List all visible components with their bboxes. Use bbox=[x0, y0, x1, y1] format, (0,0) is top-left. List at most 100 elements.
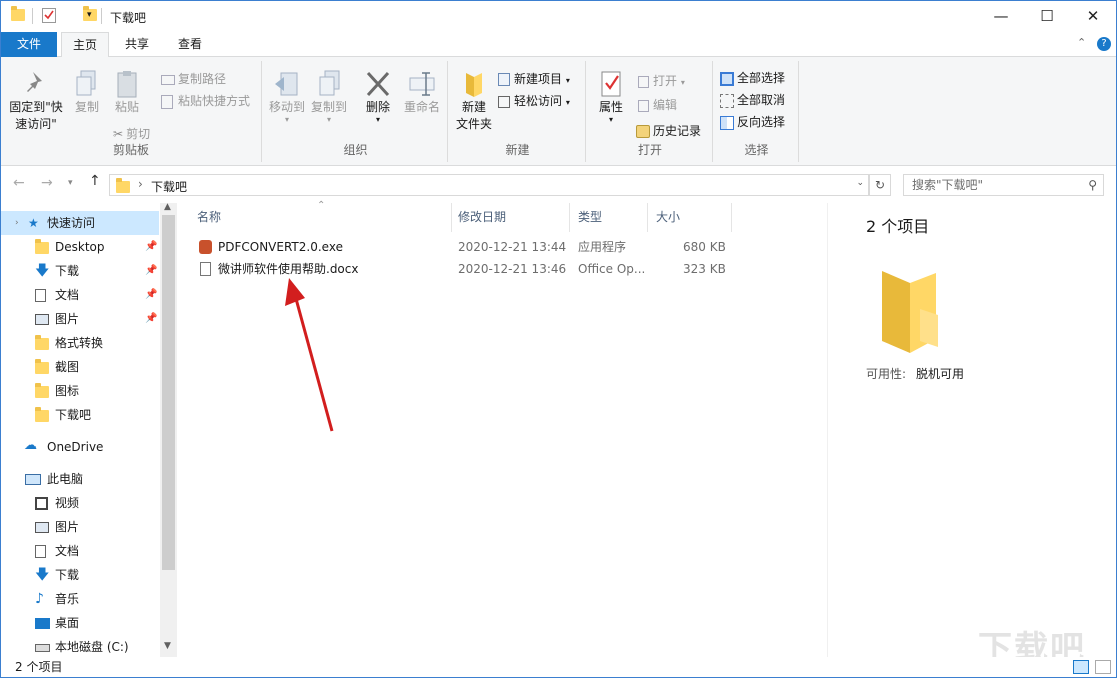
navigation-pane: › ★ 快速访问 Desktop 📌 🡇 下载 📌 文档 📌 图片 📌 格式转换 截图 图标 下载吧 ☁… bbox=[1, 202, 177, 659]
close-button[interactable]: ✕ bbox=[1070, 1, 1116, 32]
sidebar-item[interactable]: 视频 bbox=[1, 491, 159, 515]
invert-selection-button[interactable]: 反向选择 bbox=[720, 113, 785, 130]
cut-label: 剪切 bbox=[126, 127, 151, 141]
sidebar-item-label: 下载吧 bbox=[55, 408, 92, 422]
properties-icon bbox=[601, 71, 621, 97]
cut-button[interactable]: ✂ 剪切 bbox=[113, 125, 150, 142]
column-type[interactable]: 类型 bbox=[570, 203, 648, 232]
sidebar-item-label: 视频 bbox=[55, 496, 80, 510]
sidebar-item[interactable]: Desktop 📌 bbox=[1, 235, 159, 259]
sidebar-item[interactable]: ♪ 音乐 bbox=[1, 587, 159, 611]
pinned-icon[interactable]: 📌 bbox=[145, 307, 157, 331]
select-all-button[interactable]: 全部选择 bbox=[720, 69, 785, 86]
new-item-button[interactable]: 新建项目 ▾ bbox=[498, 70, 570, 87]
sidebar-item[interactable]: 🡇 下载 bbox=[1, 563, 159, 587]
sidebar-item[interactable]: 🡇 下载 📌 bbox=[1, 259, 159, 283]
sidebar-item[interactable]: 图标 bbox=[1, 379, 159, 403]
pin-icon bbox=[27, 72, 42, 92]
delete-button[interactable]: 删除 ▾ bbox=[361, 69, 395, 124]
nav-quick-access[interactable]: › ★ 快速访问 bbox=[1, 211, 159, 235]
pinned-icon[interactable]: 📌 bbox=[145, 259, 157, 283]
forward-arrow-icon[interactable]: → bbox=[41, 175, 53, 191]
history-button[interactable]: 历史记录 bbox=[636, 122, 701, 139]
open-button[interactable]: 打开 ▾ bbox=[638, 72, 685, 89]
divider bbox=[101, 8, 102, 24]
copy-button[interactable]: 复制 bbox=[69, 69, 105, 116]
easy-access-button[interactable]: 轻松访问 ▾ bbox=[498, 92, 570, 109]
folder-icon bbox=[35, 335, 49, 350]
file-row[interactable]: PDFCONVERT2.0.exe 2020-12-21 13:44 应用程序 … bbox=[193, 236, 733, 258]
file-date: 2020-12-21 13:46 bbox=[458, 262, 567, 276]
scissors-icon: ✂ bbox=[113, 127, 124, 141]
back-arrow-icon[interactable]: ← bbox=[13, 175, 25, 191]
sidebar-item[interactable]: 本地磁盘 (C:) bbox=[1, 635, 159, 659]
maximize-button[interactable]: ☐ bbox=[1024, 1, 1070, 32]
download-icon: 🡇 bbox=[35, 263, 50, 279]
sidebar-item[interactable]: 截图 bbox=[1, 355, 159, 379]
large-folder-icon bbox=[882, 271, 938, 353]
paste-shortcut-button[interactable]: 粘贴快捷方式 bbox=[161, 92, 250, 109]
folder-icon bbox=[35, 359, 49, 374]
sidebar-item[interactable]: 图片 📌 bbox=[1, 307, 159, 331]
scroll-up-icon[interactable]: ▲ bbox=[164, 202, 171, 212]
refresh-icon[interactable]: ↻ bbox=[869, 174, 891, 196]
help-icon[interactable]: ? bbox=[1097, 37, 1111, 51]
column-name[interactable]: 名称 bbox=[189, 203, 452, 232]
tab-view[interactable]: 查看 bbox=[167, 32, 213, 57]
address-dropdown-icon[interactable]: ⌄ bbox=[856, 178, 864, 188]
rename-button[interactable]: 重命名 bbox=[401, 69, 443, 116]
tab-share[interactable]: 共享 bbox=[115, 32, 159, 57]
delete-label: 删除 bbox=[365, 100, 390, 114]
nav-scrollbar-thumb[interactable] bbox=[162, 215, 175, 570]
recent-locations-dropdown-icon[interactable]: ▾ bbox=[68, 178, 73, 188]
minimize-button[interactable]: — bbox=[978, 1, 1024, 32]
tab-home[interactable]: 主页 bbox=[61, 32, 109, 58]
nav-onedrive[interactable]: ☁ OneDrive bbox=[1, 435, 159, 459]
sidebar-item[interactable]: 桌面 bbox=[1, 611, 159, 635]
folder-icon bbox=[35, 239, 49, 254]
copy-icon bbox=[76, 70, 96, 96]
collapse-ribbon-icon[interactable]: ⌃ bbox=[1077, 36, 1086, 49]
red-arrow-annotation bbox=[285, 278, 334, 432]
edit-icon bbox=[638, 99, 649, 112]
customize-toolbar-dropdown-icon[interactable]: ▾ bbox=[87, 10, 92, 20]
breadcrumb-current[interactable]: 下载吧 bbox=[151, 178, 187, 195]
pinned-icon[interactable]: 📌 bbox=[145, 283, 157, 307]
up-arrow-icon[interactable]: ↑ bbox=[89, 173, 101, 189]
select-group-label: 选择 bbox=[744, 143, 769, 157]
paste-button[interactable]: 粘贴 bbox=[109, 69, 145, 116]
column-date[interactable]: 修改日期 bbox=[450, 203, 570, 232]
folder-icon bbox=[35, 407, 49, 422]
column-size[interactable]: 大小 bbox=[648, 203, 732, 232]
properties-button[interactable]: 属性 ▾ bbox=[594, 69, 628, 124]
large-icons-view-icon[interactable] bbox=[1095, 660, 1111, 674]
clipboard-group-label: 剪贴板 bbox=[112, 143, 149, 157]
history-icon bbox=[636, 125, 650, 138]
select-none-button[interactable]: 全部取消 bbox=[720, 91, 785, 108]
search-input[interactable]: 搜索"下载吧" ⚲ bbox=[903, 174, 1104, 196]
address-bar[interactable]: › 下载吧 ⌄ bbox=[109, 174, 869, 196]
copy-to-button[interactable]: 复制到 ▾ bbox=[309, 69, 349, 124]
properties-quick-icon[interactable] bbox=[42, 8, 56, 23]
edit-button[interactable]: 编辑 bbox=[638, 96, 677, 113]
sidebar-item-label: 文档 bbox=[55, 544, 80, 558]
file-row[interactable]: 微讲师软件使用帮助.docx 2020-12-21 13:46 Office O… bbox=[193, 258, 733, 280]
availability-value: 脱机可用 bbox=[916, 367, 965, 381]
nav-this-pc[interactable]: 此电脑 bbox=[1, 467, 159, 491]
copy-path-button[interactable]: 复制路径 bbox=[161, 70, 226, 87]
scroll-down-icon[interactable]: ▼ bbox=[164, 641, 171, 651]
pin-quick-access-button[interactable]: 固定到"快速访问" bbox=[7, 69, 65, 133]
sidebar-item[interactable]: 文档 📌 bbox=[1, 283, 159, 307]
tab-file[interactable]: 文件 bbox=[1, 32, 57, 57]
expand-chevron-icon[interactable]: › bbox=[15, 211, 19, 235]
move-to-button[interactable]: 移动到 ▾ bbox=[267, 69, 307, 124]
sidebar-item[interactable]: 图片 bbox=[1, 515, 159, 539]
pinned-icon[interactable]: 📌 bbox=[145, 235, 157, 259]
sidebar-item[interactable]: 下载吧 bbox=[1, 403, 159, 427]
new-folder-icon bbox=[466, 73, 482, 97]
nav-scrollbar[interactable]: ▲ ▼ bbox=[160, 202, 177, 659]
new-folder-button[interactable]: 新建 文件夹 bbox=[454, 69, 494, 133]
details-view-icon[interactable] bbox=[1073, 660, 1089, 674]
sidebar-item[interactable]: 文档 bbox=[1, 539, 159, 563]
sidebar-item[interactable]: 格式转换 bbox=[1, 331, 159, 355]
